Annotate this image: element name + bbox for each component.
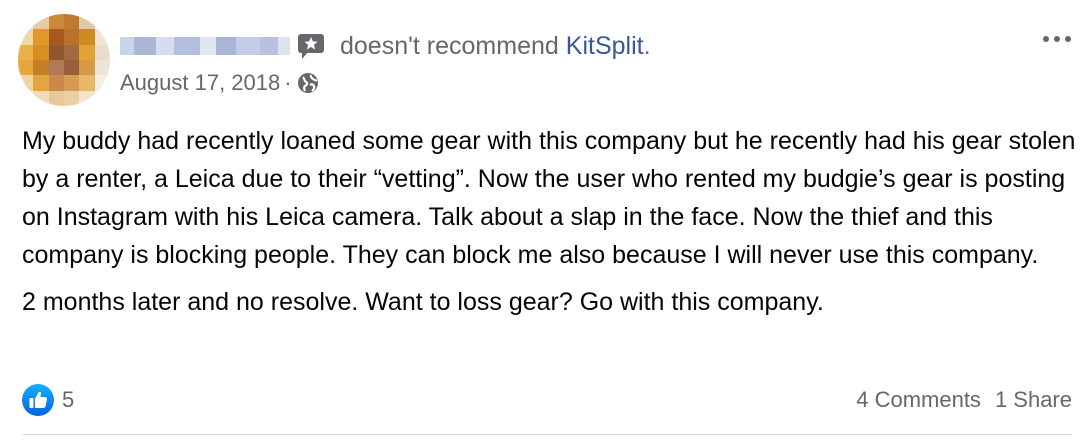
star-speech-bubble-icon xyxy=(296,32,326,60)
post-paragraph-2: 2 months later and no resolve. Want to l… xyxy=(22,288,824,316)
post-paragraph-1: My buddy had recently loaned some gear w… xyxy=(22,127,1076,269)
post-meta: August 17, 2018 · xyxy=(120,69,320,97)
end-punctuation: . xyxy=(643,31,651,60)
post-date[interactable]: August 17, 2018 xyxy=(120,70,280,96)
shares-link[interactable]: 1 Share xyxy=(995,387,1072,413)
review-post: doesn't recommend KitSplit . August 17, … xyxy=(0,0,1092,442)
post-body: My buddy had recently loaned some gear w… xyxy=(22,122,1078,321)
action-text: doesn't recommend xyxy=(340,31,559,60)
comments-link[interactable]: 4 Comments xyxy=(856,387,981,413)
post-footer: 5 4 Comments 1 Share xyxy=(22,382,1072,418)
more-options-icon[interactable] xyxy=(1040,32,1074,46)
post-header: doesn't recommend KitSplit . xyxy=(120,30,651,62)
like-thumb-icon xyxy=(22,384,54,416)
avatar[interactable] xyxy=(18,14,110,106)
meta-separator: · xyxy=(284,70,292,95)
reaction-summary[interactable]: 5 xyxy=(22,384,74,416)
author-name-redacted[interactable] xyxy=(120,37,290,55)
footer-divider xyxy=(22,434,1072,435)
globe-icon[interactable] xyxy=(296,71,320,95)
engagement-counts: 4 Comments 1 Share xyxy=(856,387,1072,413)
page-link[interactable]: KitSplit xyxy=(566,32,644,61)
reaction-count: 5 xyxy=(62,387,75,412)
